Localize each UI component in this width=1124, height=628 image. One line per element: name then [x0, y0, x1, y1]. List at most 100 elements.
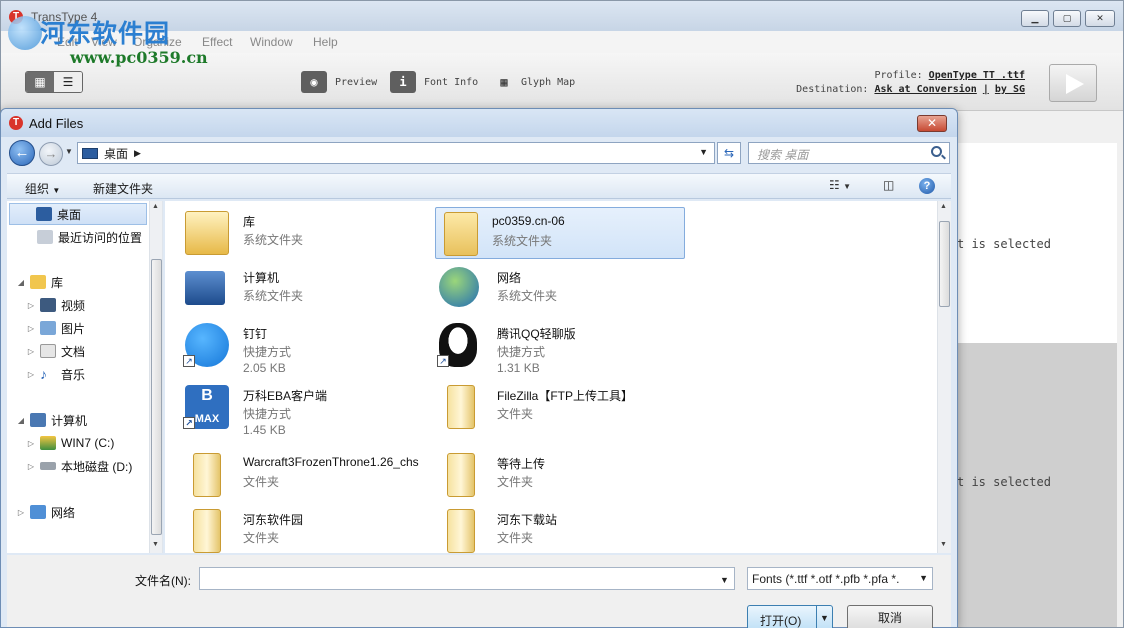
- search-input[interactable]: 搜索 桌面: [748, 142, 950, 164]
- command-bar: 组织 ▼ 新建文件夹 ☷ ▼ ◫ ?: [7, 173, 951, 199]
- tree-item-drive-c[interactable]: ▷ WIN7 (C:): [7, 432, 114, 454]
- preview-button[interactable]: ◉ Preview: [301, 71, 377, 93]
- filename-label: 文件名(N):: [135, 574, 191, 588]
- back-arrow-icon[interactable]: ←: [9, 140, 35, 166]
- filename-input[interactable]: [199, 567, 735, 590]
- maximize-button[interactable]: ▢: [1053, 10, 1081, 27]
- file-item-hedong-soft[interactable]: 河东软件园 文件夹: [177, 505, 427, 557]
- address-dropdown-icon[interactable]: ▼: [699, 147, 708, 157]
- file-item-library[interactable]: 库 系统文件夹: [177, 207, 427, 259]
- recent-icon: [37, 230, 53, 244]
- scroll-up-icon[interactable]: ▲: [152, 203, 159, 210]
- file-item-network[interactable]: 网络 系统文件夹: [431, 263, 681, 315]
- cancel-button[interactable]: 取消: [847, 605, 933, 628]
- convert-play-button[interactable]: [1049, 64, 1097, 102]
- tree-item-desktop[interactable]: 桌面: [9, 203, 147, 225]
- menu-window[interactable]: Window: [250, 35, 293, 49]
- qq-penguin-icon: ↗: [437, 323, 477, 367]
- file-scroll-thumb[interactable]: [939, 221, 950, 307]
- picture-icon: [40, 321, 56, 335]
- scroll-up-icon[interactable]: ▲: [940, 203, 947, 210]
- file-item-dingtalk[interactable]: ↗ 钉钉 快捷方式 2.05 KB: [177, 319, 427, 375]
- chevron-down-icon: ▼: [52, 186, 61, 195]
- folder-icon: [447, 385, 475, 429]
- tree-item-drive-d[interactable]: ▷ 本地磁盘 (D:): [7, 455, 132, 477]
- video-icon: [40, 298, 56, 312]
- scroll-down-icon[interactable]: ▼: [152, 541, 159, 548]
- file-item-warcraft[interactable]: Warcraft3FrozenThrone1.26_chs 文件夹: [177, 449, 427, 501]
- folder-icon: [193, 509, 221, 553]
- file-type-select[interactable]: Fonts (*.ttf *.otf *.pfb *.pfa *. ▼: [747, 567, 933, 590]
- grid-view-icon[interactable]: ▦: [26, 72, 54, 92]
- tree-item-video[interactable]: ▷ 视频: [7, 294, 85, 316]
- dialog-footer: 文件名(N): ▼ Fonts (*.ttf *.otf *.pfb *.pfa…: [7, 555, 951, 628]
- minimize-button[interactable]: ▁: [1021, 10, 1049, 27]
- view-options-icon[interactable]: ☷ ▼: [829, 178, 851, 192]
- bmax-app-icon: B MAX ↗: [183, 385, 229, 429]
- breadcrumb-arrow-icon[interactable]: ▶: [134, 148, 141, 159]
- library-icon: [30, 275, 46, 289]
- collapse-arrow-icon[interactable]: ▷: [27, 462, 35, 471]
- file-item-eba-client[interactable]: B MAX ↗ 万科EBA客户端 快捷方式 1.45 KB: [177, 381, 427, 437]
- collapse-arrow-icon[interactable]: ▷: [27, 347, 35, 356]
- tree-item-network[interactable]: ▷ 网络: [7, 501, 75, 523]
- glyph-map-button[interactable]: ▦ Glyph Map: [495, 71, 575, 93]
- dialog-close-button[interactable]: ✕: [917, 115, 947, 132]
- destination-link[interactable]: Ask at Conversion: [874, 84, 976, 95]
- by-link[interactable]: by SG: [995, 84, 1025, 95]
- font-info-button[interactable]: i Font Info: [390, 71, 478, 93]
- tree-item-recent[interactable]: 最近访问的位置: [7, 226, 142, 248]
- menu-effect[interactable]: Effect: [202, 35, 232, 49]
- menu-help[interactable]: Help: [313, 35, 338, 49]
- preview-pane-icon[interactable]: ◫: [883, 178, 894, 192]
- file-list-scrollbar[interactable]: ▲ ▼: [937, 201, 951, 553]
- breadcrumb-desktop[interactable]: 桌面: [104, 145, 128, 162]
- tree-scrollbar[interactable]: ▲ ▼: [149, 201, 162, 553]
- dialog-logo-icon: T: [9, 116, 23, 130]
- tree-scroll-thumb[interactable]: [151, 259, 162, 535]
- tree-item-library[interactable]: ◢ 库: [7, 271, 63, 293]
- filename-dropdown-icon[interactable]: ▼: [720, 575, 729, 585]
- new-folder-button[interactable]: 新建文件夹: [93, 180, 153, 197]
- watermark-url: www.pc0359.cn: [70, 48, 208, 67]
- tree-item-documents[interactable]: ▷ 文档: [7, 340, 85, 362]
- refresh-icon[interactable]: ⇆: [717, 142, 741, 164]
- forward-arrow-icon[interactable]: →: [39, 142, 63, 166]
- tree-item-pictures[interactable]: ▷ 图片: [7, 317, 85, 339]
- organize-button[interactable]: 组织 ▼: [25, 180, 60, 197]
- file-list: 库 系统文件夹 pc0359.cn-06 系统文件夹 计算机 系统文件夹 网络 …: [165, 201, 951, 553]
- file-item-user-folder[interactable]: pc0359.cn-06 系统文件夹: [435, 207, 685, 259]
- expand-arrow-icon[interactable]: ◢: [17, 416, 25, 425]
- collapse-arrow-icon[interactable]: ▷: [27, 301, 35, 310]
- collapse-arrow-icon[interactable]: ▷: [27, 324, 35, 333]
- close-button[interactable]: ✕: [1085, 10, 1115, 27]
- open-button[interactable]: 打开(O) ▼: [747, 605, 833, 628]
- address-bar[interactable]: 桌面 ▶ ▼: [77, 142, 715, 164]
- music-icon: ♪: [40, 366, 47, 382]
- file-item-pending-upload[interactable]: 等待上传 文件夹: [431, 449, 681, 501]
- history-dropdown-icon[interactable]: ▼: [65, 147, 73, 156]
- open-split-dropdown-icon[interactable]: ▼: [816, 606, 832, 628]
- file-type-dropdown-icon[interactable]: ▼: [919, 573, 928, 583]
- collapse-arrow-icon[interactable]: ▷: [27, 439, 35, 448]
- drive-c-icon: [40, 436, 56, 450]
- file-item-qq[interactable]: ↗ 腾讯QQ轻聊版 快捷方式 1.31 KB: [431, 319, 681, 375]
- help-icon[interactable]: ?: [919, 178, 935, 194]
- file-item-hedong-download[interactable]: 河东下载站 文件夹: [431, 505, 681, 557]
- file-item-filezilla[interactable]: FileZilla【FTP上传工具】 文件夹: [431, 381, 731, 433]
- network-globe-icon: [439, 267, 479, 307]
- tree-item-music[interactable]: ▷ ♪ 音乐: [7, 363, 85, 385]
- list-view-icon[interactable]: ☰: [54, 72, 82, 92]
- collapse-arrow-icon[interactable]: ▷: [17, 508, 25, 517]
- profile-link[interactable]: OpenType TT .ttf: [929, 70, 1025, 81]
- view-toggle: ▦ ☰: [25, 71, 83, 93]
- folder-icon: [193, 453, 221, 497]
- file-item-computer[interactable]: 计算机 系统文件夹: [177, 263, 427, 315]
- tree-item-computer[interactable]: ◢ 计算机: [7, 409, 87, 431]
- watermark-logo-icon: [8, 16, 42, 50]
- expand-arrow-icon[interactable]: ◢: [17, 278, 25, 287]
- search-icon[interactable]: [931, 146, 942, 157]
- scroll-down-icon[interactable]: ▼: [940, 541, 947, 548]
- collapse-arrow-icon[interactable]: ▷: [27, 370, 35, 379]
- library-folder-icon: [185, 211, 229, 255]
